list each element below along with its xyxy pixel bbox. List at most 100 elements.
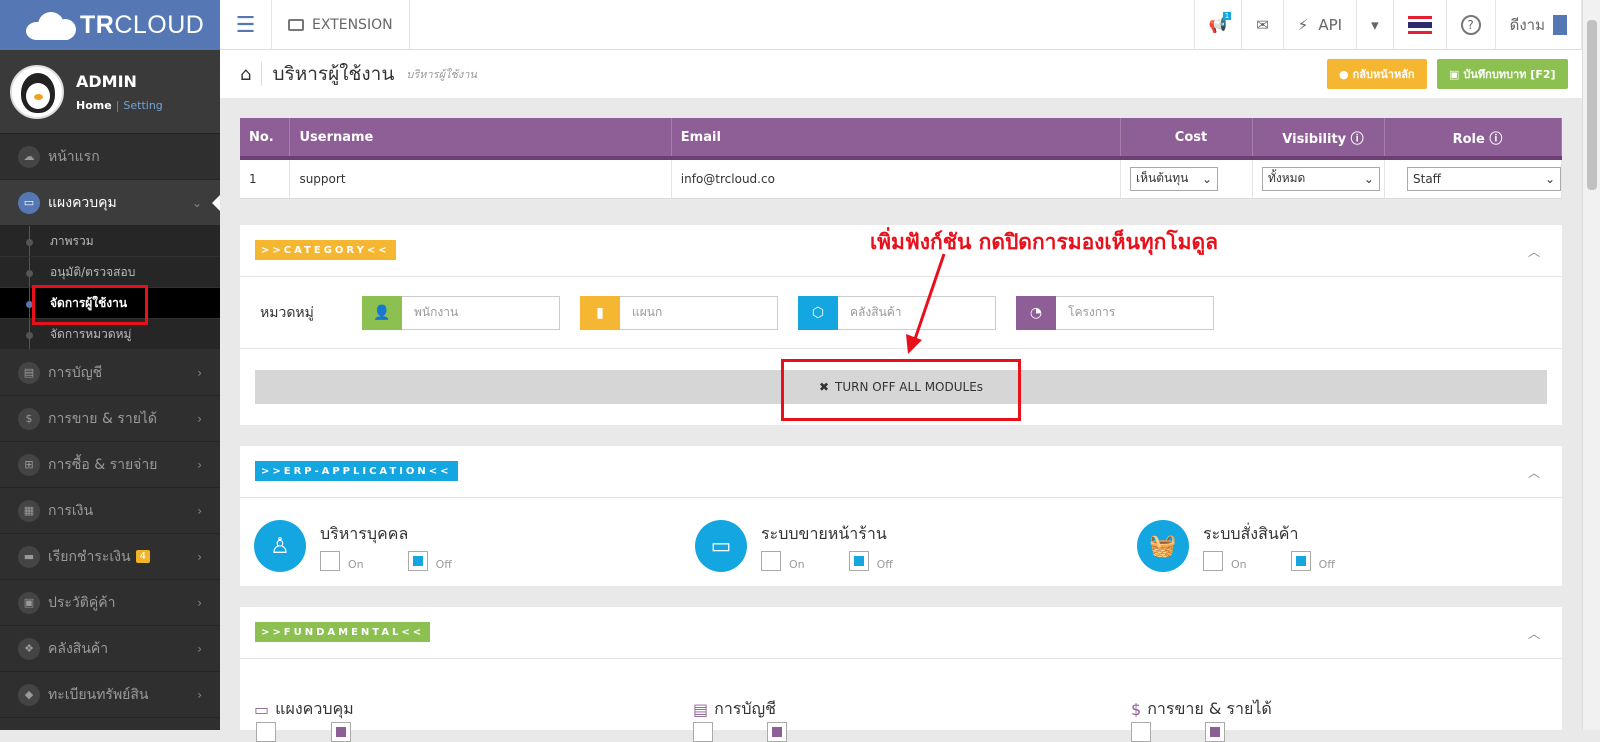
sidebar-subitem-overview[interactable]: ภาพรวม — [0, 226, 220, 257]
sidebar-item-dashboard[interactable]: ▭ แผงควบคุม ⌄ — [0, 180, 220, 226]
on-checkbox[interactable] — [1131, 722, 1151, 742]
top-bar: ☰ EXTENSION 📢 1 ✉ ⚡ API ▾ ? ดีงาม — [220, 0, 1582, 50]
fundamental-module-dashboard: ▭ แผงควบคุม — [254, 699, 354, 719]
chevron-right-icon: › — [197, 503, 202, 518]
monitor-icon: ▭ — [695, 520, 747, 572]
cost-select[interactable]: เห็นต้นทุน ⌄ — [1130, 166, 1219, 191]
visibility-select[interactable]: ทั้งหมด ⌄ — [1261, 166, 1380, 191]
department-filter[interactable]: ▮ แผนก — [580, 295, 778, 330]
column-header-role: Role ⓘ — [1384, 118, 1562, 160]
user-icon: 👤 — [362, 295, 402, 330]
employee-filter[interactable]: 👤 พนักงาน — [362, 295, 560, 330]
cloud-icon: ☁ — [18, 145, 40, 168]
on-checkbox[interactable] — [256, 722, 276, 742]
cell-username: support — [289, 158, 672, 199]
user-menu[interactable]: ดีงาม — [1494, 0, 1582, 50]
sidebar: TRCLOUD ADMIN Home | Setting ☁ หน้าแรก ▭ แ… — [0, 0, 220, 730]
sidebar-item-billing[interactable]: ▬ เรียกชำระเงิน 4 › — [0, 534, 220, 580]
vertical-scrollbar[interactable] — [1582, 0, 1600, 730]
hamburger-menu-icon[interactable]: ☰ — [220, 0, 272, 50]
off-checkbox[interactable] — [407, 551, 428, 571]
chevron-up-icon[interactable]: ︿ — [1528, 243, 1540, 260]
on-checkbox[interactable] — [693, 722, 713, 742]
role-select[interactable]: Staff ⌄ — [1407, 166, 1561, 191]
scrollbar-thumb[interactable] — [1587, 20, 1597, 190]
module-hr: ♙ บริหารบุคคล On Off — [254, 520, 496, 572]
cart-icon: ⊞ — [18, 453, 40, 476]
link-separator: | — [115, 98, 120, 112]
off-checkbox[interactable] — [767, 722, 787, 742]
fundamental-module-accounting: ▤ การบัญชี — [693, 699, 777, 719]
sidebar-item-assets[interactable]: ◆ ทะเบียนทรัพย์สิน › — [0, 672, 220, 718]
avatar[interactable] — [10, 64, 64, 119]
sidebar-item-finance[interactable]: ▦ การเงิน › — [0, 488, 220, 534]
chevron-down-icon: ⌄ — [1544, 171, 1555, 186]
chevron-right-icon: › — [197, 687, 202, 702]
save-role-button[interactable]: ▣ บันทึกบทบาท [F2] — [1437, 59, 1568, 89]
dropdown-caret-icon[interactable]: ▾ — [1356, 0, 1393, 50]
chevron-down-icon: ⌄ — [1363, 171, 1374, 186]
card-icon: ▬ — [18, 545, 40, 568]
help-icon[interactable]: ? — [1445, 0, 1495, 50]
extension-button[interactable]: EXTENSION — [272, 0, 410, 50]
chevron-up-icon[interactable]: ︿ — [1528, 464, 1540, 481]
info-icon[interactable]: ⓘ — [1489, 132, 1502, 147]
person-icon: ♙ — [254, 520, 306, 572]
sidebar-item-home[interactable]: ☁ หน้าแรก — [0, 134, 220, 180]
sidebar-subitem-approval[interactable]: อนุมัติ/ตรวจสอบ — [0, 257, 220, 288]
chevron-right-icon: › — [197, 365, 202, 380]
column-header-visibility: Visibility ⓘ — [1252, 118, 1386, 160]
cubes-icon: ❖ — [18, 637, 40, 660]
sidebar-item-label: หน้าแรก — [48, 148, 100, 165]
off-checkbox[interactable] — [331, 722, 351, 742]
cube-icon: ⬡ — [798, 295, 838, 330]
pie-chart-icon: ◔ — [1016, 295, 1056, 330]
notification-button[interactable]: 📢 1 — [1193, 0, 1242, 50]
sidebar-item-inventory[interactable]: ❖ คลังสินค้า › — [0, 626, 220, 672]
mail-icon[interactable]: ✉ — [1241, 0, 1283, 50]
notification-count: 1 — [1222, 12, 1232, 20]
chevron-up-icon[interactable]: ︿ — [1528, 625, 1540, 642]
project-filter[interactable]: ◔ โครงการ — [1016, 295, 1214, 330]
page-title: บริหารผู้ใช้งาน — [272, 63, 395, 85]
on-checkbox[interactable] — [320, 551, 340, 571]
warehouse-filter[interactable]: ⬡ คลังสินค้า — [798, 295, 996, 330]
on-checkbox[interactable] — [761, 551, 781, 571]
column-header-username: Username — [289, 118, 672, 160]
setting-link[interactable]: Setting — [123, 99, 162, 112]
off-checkbox[interactable] — [1205, 722, 1225, 742]
language-flag-thai[interactable] — [1392, 0, 1446, 50]
api-button[interactable]: ⚡ API — [1282, 0, 1356, 50]
off-checkbox[interactable] — [848, 551, 869, 571]
sidebar-item-purchase[interactable]: ⊞ การซื้อ & รายจ่าย › — [0, 442, 220, 488]
module-ordering: 🧺 ระบบสั่งสินค้า On Off — [1137, 520, 1379, 572]
chevron-right-icon: › — [197, 411, 202, 426]
turn-off-highlight-box — [781, 359, 1021, 421]
home-icon[interactable]: ⌂ — [240, 64, 251, 85]
sidebar-item-sales[interactable]: $ การขาย & รายได้ › — [0, 396, 220, 442]
highlight-box — [32, 285, 148, 325]
info-icon[interactable]: ⓘ — [1351, 132, 1364, 147]
chevron-right-icon: › — [197, 549, 202, 564]
column-header-email: Email — [671, 118, 1122, 160]
on-checkbox[interactable] — [1203, 551, 1223, 571]
cloud-logo-icon — [24, 10, 76, 40]
chevron-right-icon: › — [197, 457, 202, 472]
column-header-no: No. — [240, 118, 291, 160]
calendar-icon: ▦ — [18, 499, 40, 522]
off-checkbox[interactable] — [1290, 551, 1311, 571]
save-icon: ▣ — [1449, 67, 1460, 81]
sidebar-item-partners[interactable]: ▣ ประวัติคู่ค้า › — [0, 580, 220, 626]
brand-logo[interactable]: TRCLOUD — [0, 0, 220, 50]
chevron-right-icon: › — [197, 595, 202, 610]
monitor-icon: ▭ — [254, 700, 270, 719]
book-icon: ▤ — [693, 700, 709, 719]
dollar-icon: $ — [18, 407, 40, 430]
building-icon — [1553, 15, 1567, 35]
dollar-icon: $ — [1131, 700, 1142, 719]
home-link[interactable]: Home — [76, 99, 112, 112]
basket-icon: 🧺 — [1137, 520, 1189, 572]
back-home-button[interactable]: ● กลับหน้าหลัก — [1327, 59, 1427, 89]
brand-name: TRCLOUD — [80, 10, 205, 39]
sidebar-item-accounting[interactable]: ▤ การบัญชี › — [0, 350, 220, 396]
